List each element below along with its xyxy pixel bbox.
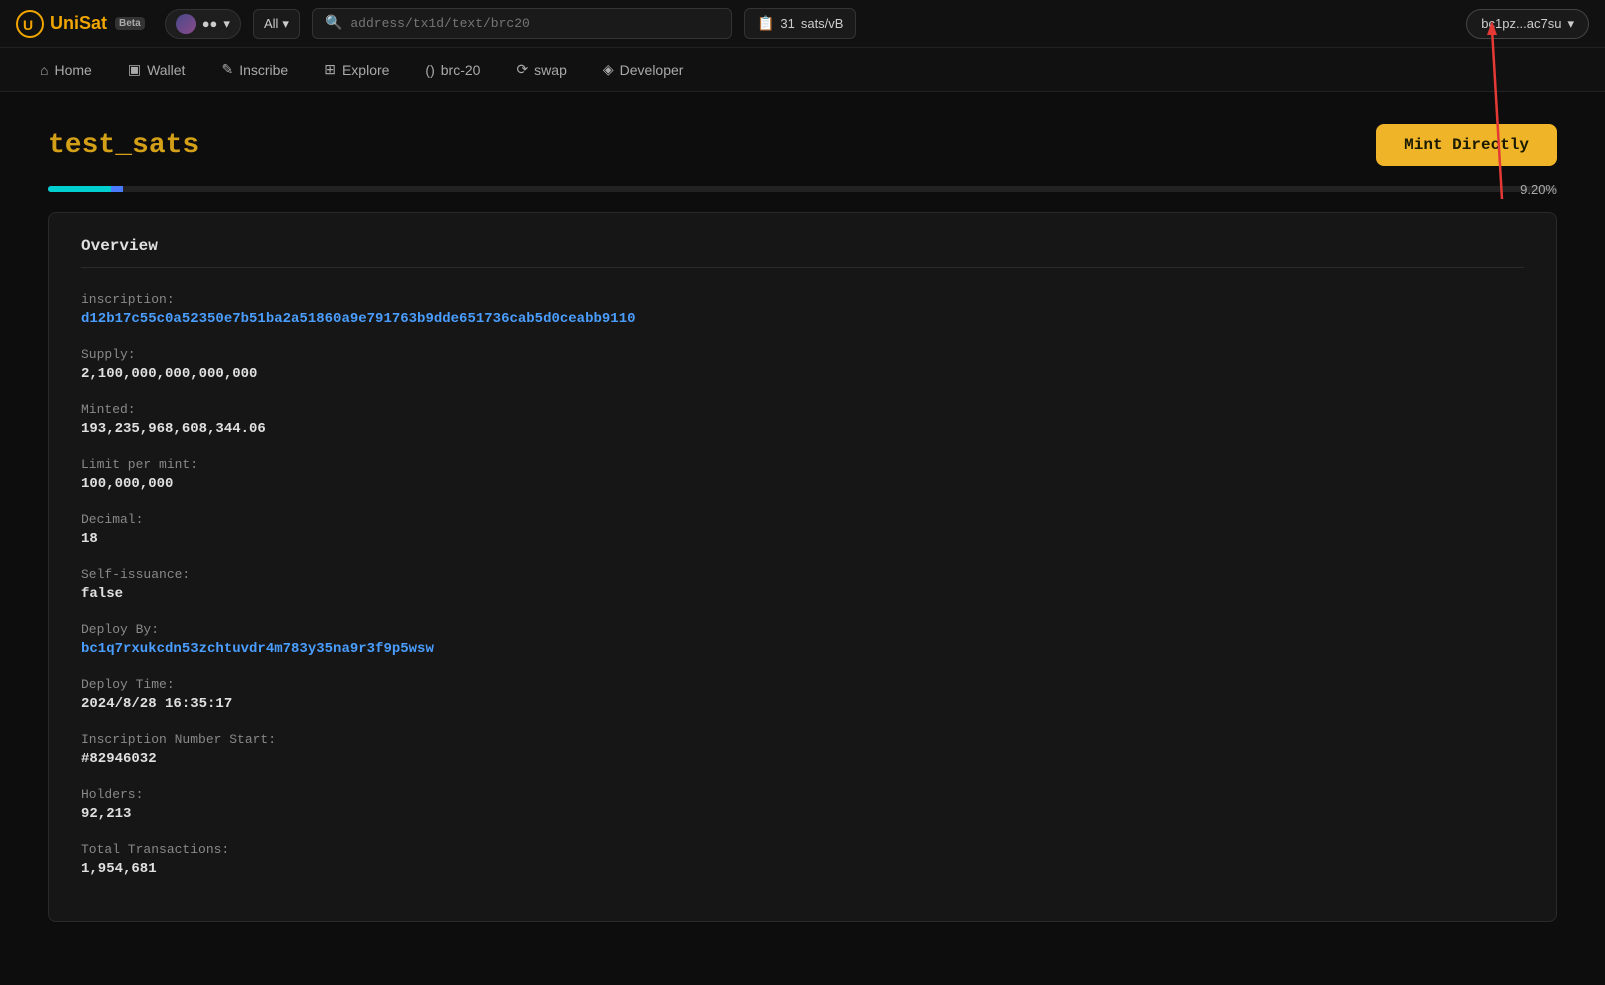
nav-swap[interactable]: ⟳ swap (500, 53, 582, 86)
field-holders: Holders: 92,213 (81, 787, 1524, 822)
nav-developer[interactable]: ◈ Developer (587, 53, 700, 86)
gas-pill[interactable]: 📋 31 sats/vB (744, 8, 857, 39)
beta-badge: Beta (115, 17, 145, 30)
limit-label: Limit per mint: (81, 457, 1524, 472)
nav-brc20-label: brc-20 (441, 62, 481, 78)
gas-value: 31 (780, 16, 794, 31)
wallet-selector[interactable]: ●● ▾ (165, 9, 241, 39)
field-deploy-time: Deploy Time: 2024/8/28 16:35:17 (81, 677, 1524, 712)
wallet-selector-icon: ●● (202, 16, 218, 31)
decimal-label: Decimal: (81, 512, 1524, 527)
swap-icon: ⟳ (516, 61, 528, 78)
field-inscription-number: Inscription Number Start: #82946032 (81, 732, 1524, 767)
field-deploy-by: Deploy By: bc1q7rxukcdn53zchtuvdr4m783y3… (81, 622, 1524, 657)
field-limit: Limit per mint: 100,000,000 (81, 457, 1524, 492)
search-icon: 🔍 (325, 15, 342, 32)
nav-inscribe[interactable]: ✎ Inscribe (205, 53, 304, 86)
unisat-logo-icon: U (16, 10, 44, 38)
supply-value: 2,100,000,000,000,000 (81, 366, 1524, 382)
topbar: U UniSat Beta ●● ▾ All ▾ 🔍 📋 31 sats/vB … (0, 0, 1605, 48)
search-input[interactable] (350, 16, 719, 31)
nav-wallet[interactable]: ▣ Wallet (112, 53, 202, 86)
field-total-transactions: Total Transactions: 1,954,681 (81, 842, 1524, 877)
progress-track (48, 186, 1557, 192)
supply-label: Supply: (81, 347, 1524, 362)
self-issuance-label: Self-issuance: (81, 567, 1524, 582)
secondary-nav: ⌂ Home ▣ Wallet ✎ Inscribe ⊞ Explore () … (0, 48, 1605, 92)
all-dropdown[interactable]: All ▾ (253, 9, 300, 39)
decimal-value: 18 (81, 531, 1524, 547)
minted-label: Minted: (81, 402, 1524, 417)
progress-fill-cyan (48, 186, 111, 192)
nav-swap-label: swap (534, 62, 567, 78)
main-content: test_sats Mint Directly 9.20% Overview i… (0, 92, 1605, 954)
nav-inscribe-label: Inscribe (239, 62, 288, 78)
field-decimal: Decimal: 18 (81, 512, 1524, 547)
gas-unit: sats/vB (801, 16, 844, 31)
mint-directly-button[interactable]: Mint Directly (1376, 124, 1557, 166)
field-inscription: inscription: d12b17c55c0a52350e7b51ba2a5… (81, 292, 1524, 327)
logo[interactable]: U UniSat Beta (16, 10, 145, 38)
logo-text: UniSat (50, 13, 107, 34)
dropdown-chevron-icon: ▾ (282, 16, 289, 32)
deploy-time-label: Deploy Time: (81, 677, 1524, 692)
nav-home-label: Home (54, 62, 91, 78)
gas-icon: 📋 (757, 15, 774, 32)
nav-explore-label: Explore (342, 62, 389, 78)
page-title: test_sats (48, 130, 199, 161)
inscribe-icon: ✎ (221, 61, 233, 78)
field-minted: Minted: 193,235,968,608,344.06 (81, 402, 1524, 437)
nav-explore[interactable]: ⊞ Explore (308, 53, 405, 86)
all-label: All (264, 16, 278, 31)
deploy-by-label: Deploy By: (81, 622, 1524, 637)
progress-percent: 9.20% (1520, 182, 1557, 197)
wallet-icon (176, 14, 196, 34)
overview-card: Overview inscription: d12b17c55c0a52350e… (48, 212, 1557, 922)
nav-home[interactable]: ⌂ Home (24, 54, 108, 86)
limit-value: 100,000,000 (81, 476, 1524, 492)
deploy-time-value: 2024/8/28 16:35:17 (81, 696, 1524, 712)
overview-title: Overview (81, 237, 1524, 268)
field-self-issuance: Self-issuance: false (81, 567, 1524, 602)
account-pill[interactable]: bc1pz...ac7su ▾ (1466, 9, 1589, 39)
inscription-number-label: Inscription Number Start: (81, 732, 1524, 747)
inscription-number-value: #82946032 (81, 751, 1524, 767)
page-header: test_sats Mint Directly (48, 124, 1557, 166)
developer-icon: ◈ (603, 61, 614, 78)
inscription-label: inscription: (81, 292, 1524, 307)
wallet-nav-icon: ▣ (128, 61, 141, 78)
search-bar[interactable]: 🔍 (312, 8, 732, 39)
field-supply: Supply: 2,100,000,000,000,000 (81, 347, 1524, 382)
progress-container: 9.20% (48, 186, 1557, 192)
nav-developer-label: Developer (620, 62, 684, 78)
holders-value: 92,213 (81, 806, 1524, 822)
deploy-by-value[interactable]: bc1q7rxukcdn53zchtuvdr4m783y35na9r3f9p5w… (81, 641, 434, 657)
holders-label: Holders: (81, 787, 1524, 802)
self-issuance-value: false (81, 586, 1524, 602)
home-icon: ⌂ (40, 62, 48, 78)
total-transactions-label: Total Transactions: (81, 842, 1524, 857)
chevron-down-icon: ▾ (223, 16, 230, 32)
svg-text:U: U (23, 17, 33, 33)
account-label: bc1pz...ac7su (1481, 16, 1561, 31)
account-chevron-icon: ▾ (1567, 16, 1574, 32)
minted-value: 193,235,968,608,344.06 (81, 421, 1524, 437)
brc20-icon: () (425, 62, 434, 78)
inscription-value[interactable]: d12b17c55c0a52350e7b51ba2a51860a9e791763… (81, 311, 636, 327)
explore-icon: ⊞ (324, 61, 336, 78)
total-transactions-value: 1,954,681 (81, 861, 1524, 877)
nav-brc20[interactable]: () brc-20 (409, 54, 496, 86)
nav-wallet-label: Wallet (147, 62, 185, 78)
